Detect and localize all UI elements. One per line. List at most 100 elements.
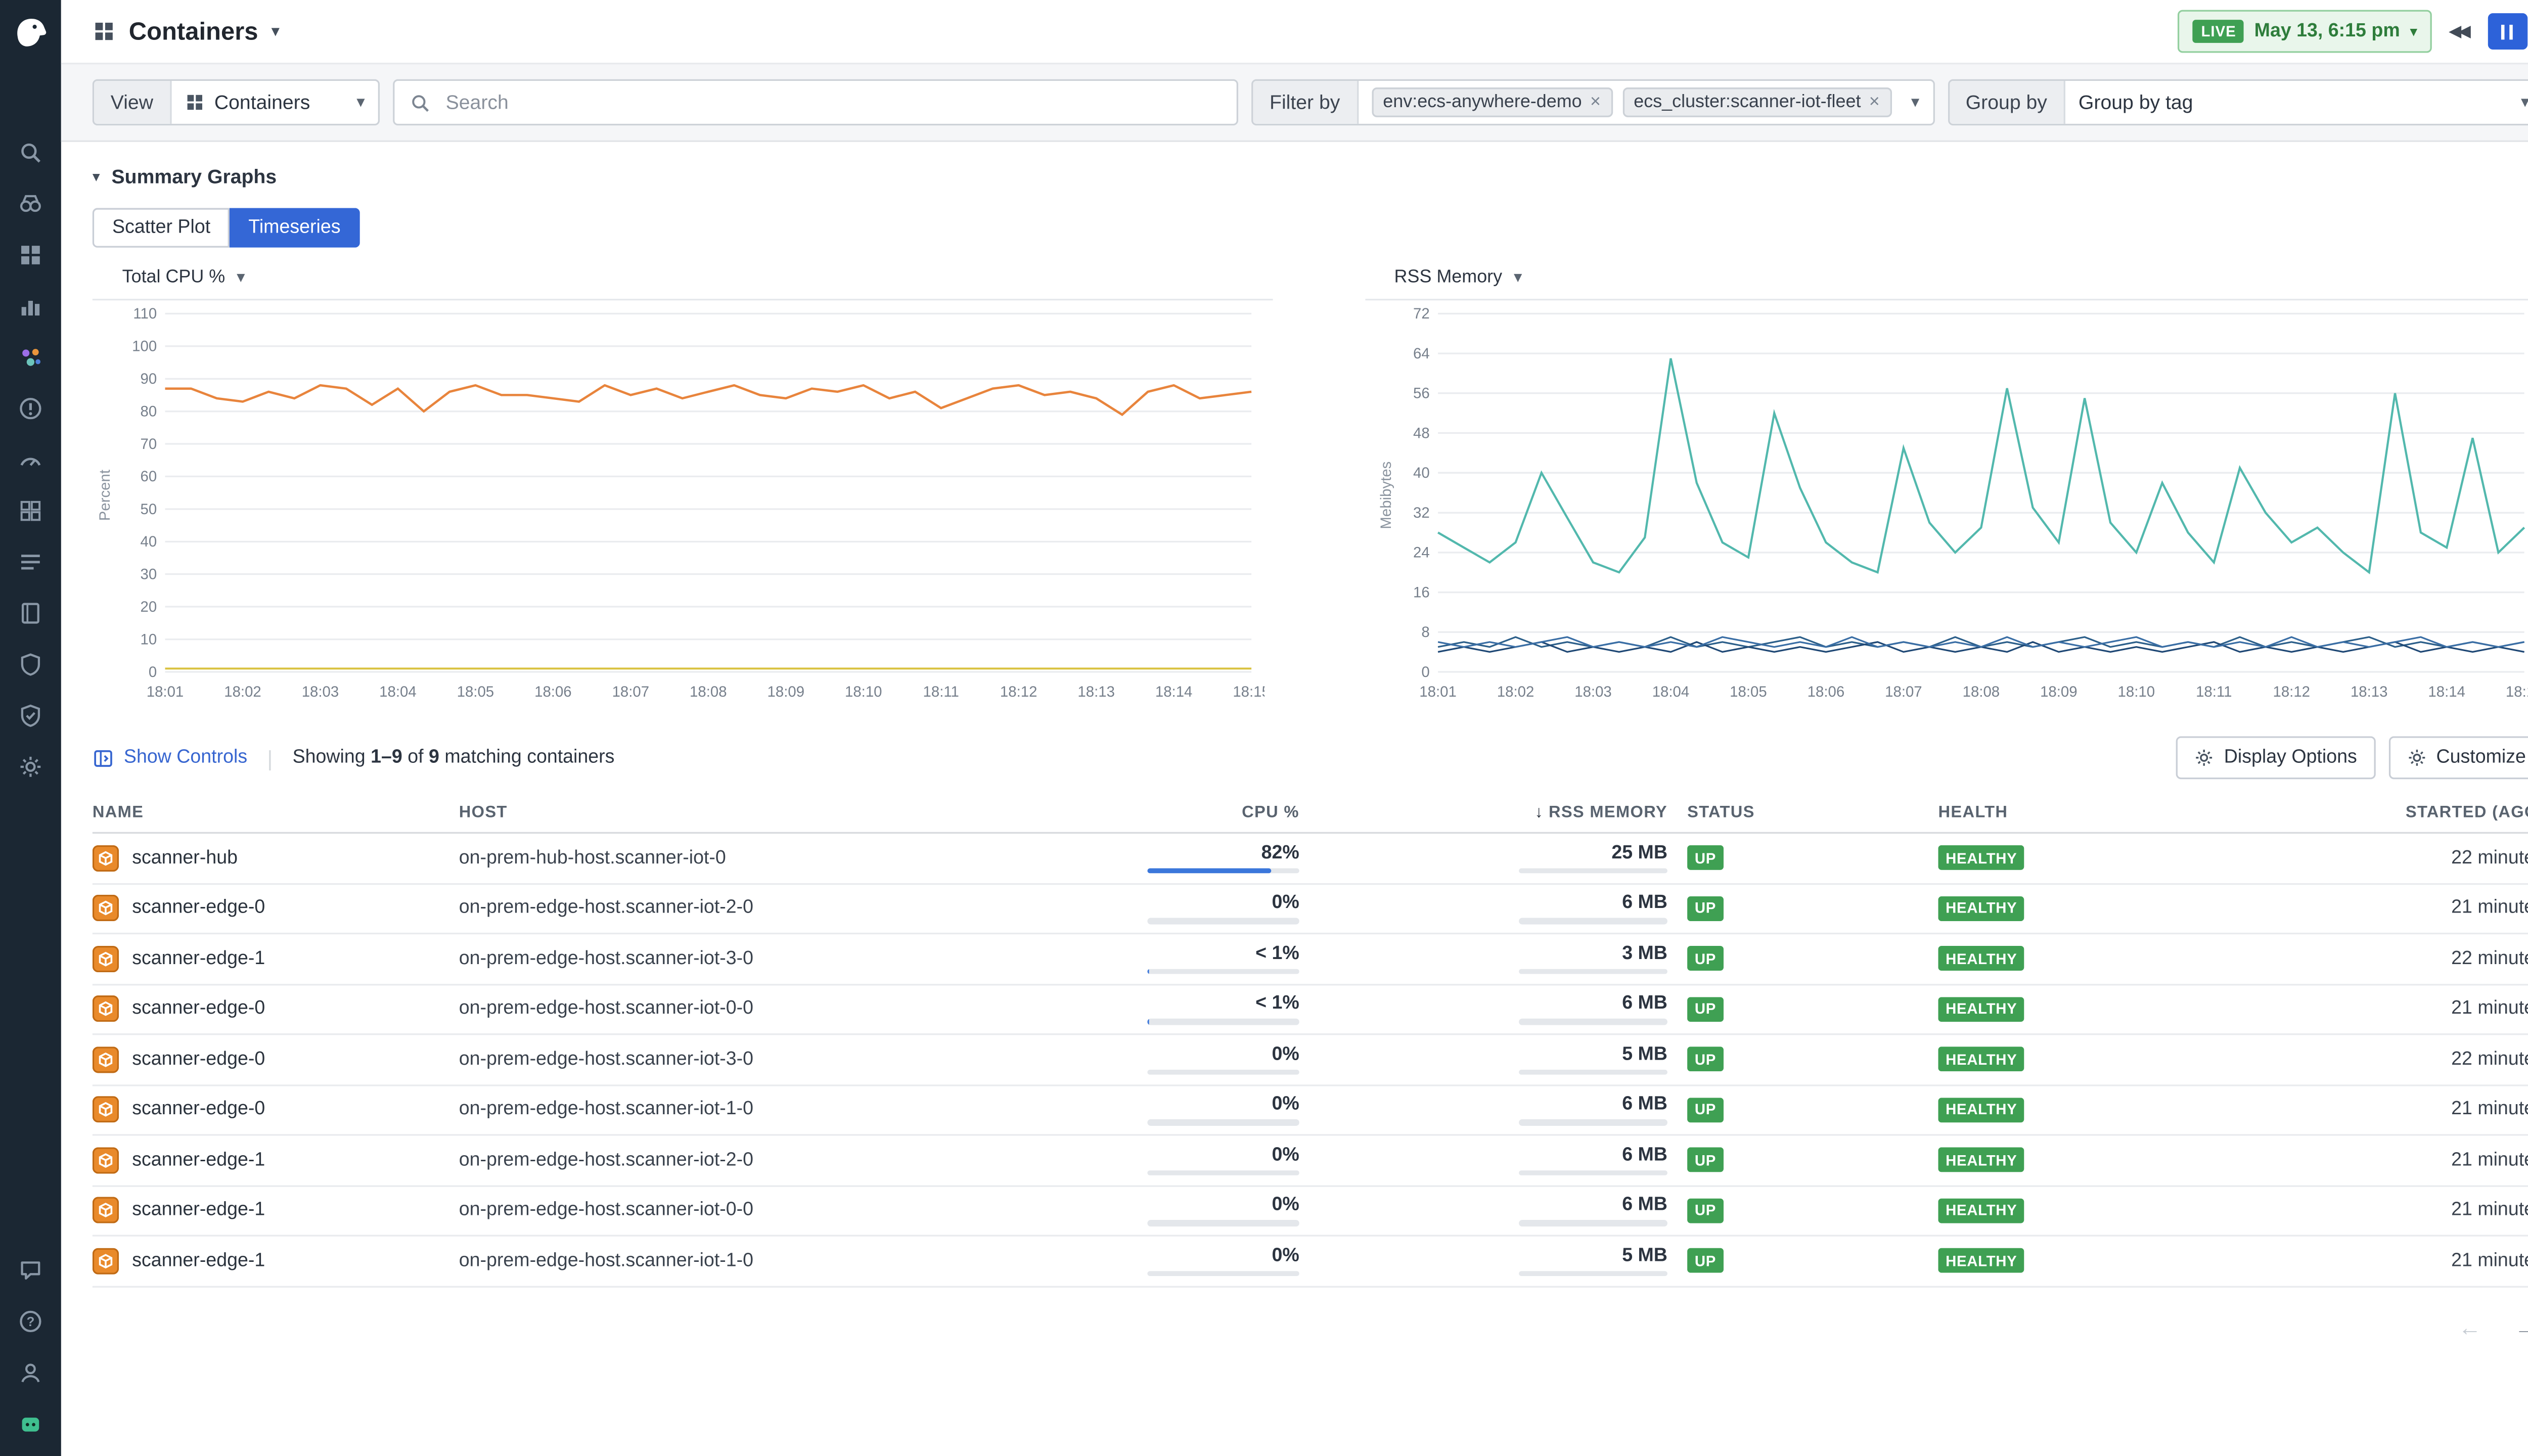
- sidebar-item-apm[interactable]: [12, 442, 49, 475]
- sidebar-item-metrics[interactable]: [12, 289, 49, 322]
- caret-down-icon: ▾: [1514, 268, 1522, 287]
- show-controls-icon: [93, 747, 114, 768]
- prev-page-button[interactable]: ←: [2458, 1313, 2481, 1340]
- column-header-rss[interactable]: ↓RSS MEMORY: [1299, 803, 1667, 822]
- cpu-timeseries-chart[interactable]: 010203040506070809010011018:0118:0218:03…: [109, 300, 1265, 705]
- sidebar-item-watchdog[interactable]: [12, 187, 49, 219]
- sidebar-item-bits[interactable]: [12, 1406, 49, 1439]
- svg-text:90: 90: [141, 371, 157, 387]
- infrastructure-icon: [18, 497, 43, 522]
- filter-pill-env[interactable]: env:ecs-anywhere-demo ×: [1371, 87, 1612, 117]
- view-selector[interactable]: View Containers ▾: [93, 79, 380, 125]
- svg-text:24: 24: [1412, 544, 1429, 561]
- svg-text:18:02: 18:02: [1496, 684, 1533, 700]
- svg-text:18:08: 18:08: [690, 684, 727, 700]
- sidebar-item-processes[interactable]: [12, 545, 49, 578]
- svg-text:18:05: 18:05: [1729, 684, 1767, 700]
- column-header-health[interactable]: HEALTH: [1938, 803, 2194, 822]
- table-row[interactable]: scanner-edge-0on-prem-edge-host.scanner-…: [93, 884, 2528, 935]
- svg-text:70: 70: [141, 436, 157, 452]
- sidebar-item-help[interactable]: ?: [12, 1304, 49, 1337]
- column-header-cpu[interactable]: CPU %: [1134, 803, 1299, 822]
- apm-icon: [18, 446, 43, 471]
- column-header-host[interactable]: HOST: [459, 803, 1135, 822]
- customize-button[interactable]: Customize: [2388, 736, 2528, 779]
- sidebar-item-compliance[interactable]: [12, 698, 49, 731]
- tab-scatter-plot[interactable]: Scatter Plot: [93, 208, 231, 247]
- gear-icon: [2407, 748, 2426, 767]
- container-name: scanner-edge-1: [132, 1150, 265, 1170]
- svg-text:18:04: 18:04: [1651, 684, 1689, 700]
- cpu-value: 0%: [1272, 893, 1299, 913]
- table-row[interactable]: scanner-edge-0on-prem-edge-host.scanner-…: [93, 985, 2528, 1035]
- filter-pill-cluster[interactable]: ecs_cluster:scanner-iot-fleet ×: [1622, 87, 1891, 117]
- svg-text:18:05: 18:05: [457, 684, 494, 700]
- container-host: on-prem-edge-host.scanner-iot-3-0: [459, 949, 1135, 969]
- caret-down-icon: ▾: [2521, 93, 2528, 111]
- search-input[interactable]: [442, 89, 1222, 115]
- live-time-selector[interactable]: LIVE May 13, 6:15 pm ▾: [2178, 10, 2432, 53]
- view-grid-icon: [185, 93, 204, 112]
- column-header-name[interactable]: NAME: [93, 803, 459, 822]
- summary-graphs-toggle[interactable]: ▾ Summary Graphs: [93, 165, 2528, 189]
- sidebar-item-infrastructure[interactable]: [12, 493, 49, 526]
- cpu-bar: [1147, 1220, 1299, 1225]
- rss-metric-selector[interactable]: RSS Memory ▾: [1365, 267, 2528, 300]
- cpu-value: 0%: [1272, 1095, 1299, 1114]
- containers-table-body: scanner-hubon-prem-hub-host.scanner-iot-…: [93, 834, 2528, 1287]
- table-row[interactable]: scanner-hubon-prem-hub-host.scanner-iot-…: [93, 834, 2528, 884]
- remove-filter-icon[interactable]: ×: [1590, 93, 1601, 112]
- sidebar-item-logs[interactable]: [12, 596, 49, 629]
- show-controls-link[interactable]: Show Controls: [93, 747, 247, 768]
- sidebar-item-invite[interactable]: [12, 1355, 49, 1388]
- status-badge: UP: [1687, 1248, 1724, 1273]
- sidebar-item-security[interactable]: [12, 647, 49, 680]
- container-host: on-prem-edge-host.scanner-iot-1-0: [459, 1100, 1135, 1120]
- started-ago: 21 minutes: [2194, 1150, 2528, 1170]
- datadog-logo[interactable]: [10, 12, 52, 53]
- cpu-y-axis-label: Percent: [97, 469, 113, 520]
- next-page-button[interactable]: →: [2514, 1313, 2528, 1340]
- rss-timeseries-chart[interactable]: 08162432404856647218:0118:0218:0318:0418…: [1381, 300, 2528, 705]
- status-badge: UP: [1687, 1198, 1724, 1223]
- tab-timeseries[interactable]: Timeseries: [230, 208, 360, 247]
- metrics-icon: [18, 293, 43, 318]
- table-row[interactable]: scanner-edge-1on-prem-edge-host.scanner-…: [93, 1136, 2528, 1187]
- column-header-started[interactable]: STARTED (AGO): [2194, 803, 2528, 822]
- remove-filter-icon[interactable]: ×: [1869, 93, 1880, 112]
- search-icon: [18, 140, 43, 164]
- sort-desc-icon: ↓: [1535, 803, 1544, 822]
- filter-by-control[interactable]: Filter by env:ecs-anywhere-demo × ecs_cl…: [1251, 79, 1934, 125]
- svg-text:18:10: 18:10: [2117, 684, 2154, 700]
- sidebar-item-monitors[interactable]: [12, 391, 49, 424]
- collapse-chevron-icon: ▾: [93, 167, 100, 186]
- svg-text:72: 72: [1412, 305, 1429, 322]
- column-header-status[interactable]: STATUS: [1667, 803, 1938, 822]
- table-row[interactable]: scanner-edge-0on-prem-edge-host.scanner-…: [93, 1035, 2528, 1085]
- started-ago: 21 minutes: [2194, 999, 2528, 1019]
- caret-down-icon: ▾: [2410, 22, 2417, 40]
- sidebar-item-chat[interactable]: [12, 1253, 49, 1286]
- svg-text:18:09: 18:09: [768, 684, 805, 700]
- page-title-caret-icon[interactable]: ▾: [272, 22, 280, 40]
- divider: |: [267, 745, 273, 770]
- group-by-control[interactable]: Group by Group by tag ▾: [1948, 79, 2528, 125]
- sidebar-item-containers[interactable]: [12, 340, 49, 373]
- table-row[interactable]: scanner-edge-0on-prem-edge-host.scanner-…: [93, 1085, 2528, 1136]
- sidebar-item-settings[interactable]: [12, 749, 49, 782]
- display-options-button[interactable]: Display Options: [2176, 736, 2375, 779]
- table-row[interactable]: scanner-edge-1on-prem-edge-host.scanner-…: [93, 1237, 2528, 1287]
- svg-text:32: 32: [1412, 505, 1429, 521]
- sidebar-item-dashboards[interactable]: [12, 238, 49, 270]
- table-row[interactable]: scanner-edge-1on-prem-edge-host.scanner-…: [93, 934, 2528, 985]
- cpu-metric-selector[interactable]: Total CPU % ▾: [93, 267, 1272, 300]
- live-badge: LIVE: [2193, 20, 2244, 43]
- svg-text:60: 60: [141, 468, 157, 485]
- sidebar-item-search[interactable]: [12, 135, 49, 168]
- svg-text:18:14: 18:14: [2427, 684, 2465, 700]
- pause-button[interactable]: [2488, 13, 2527, 50]
- search-box[interactable]: [393, 79, 1238, 125]
- status-badge: UP: [1687, 846, 1724, 871]
- rewind-button[interactable]: ◀◀: [2449, 22, 2471, 40]
- table-row[interactable]: scanner-edge-1on-prem-edge-host.scanner-…: [93, 1186, 2528, 1237]
